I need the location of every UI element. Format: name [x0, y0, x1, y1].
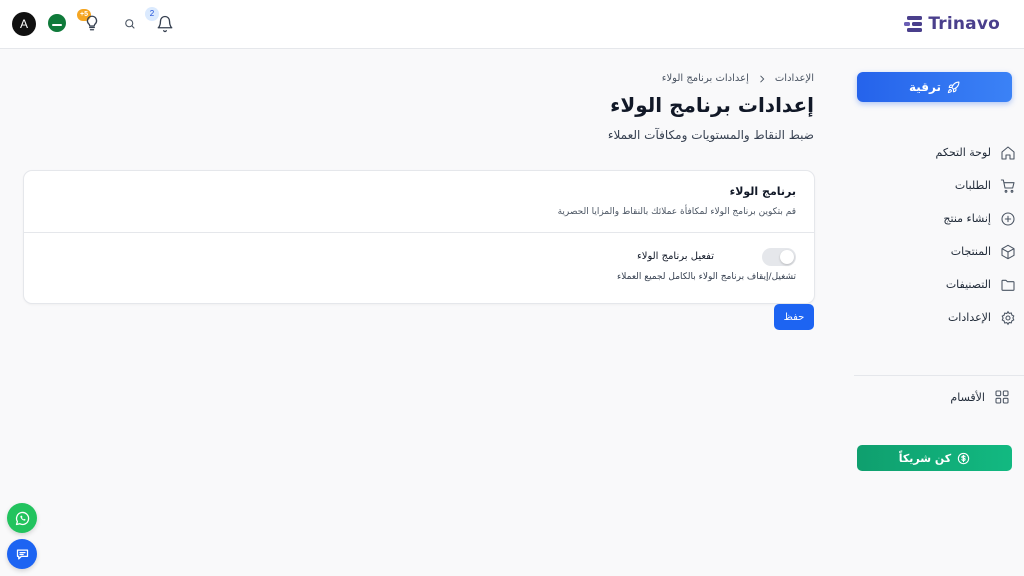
breadcrumb-current: إعدادات برنامج الولاء: [661, 73, 749, 84]
lightbulb-icon[interactable]: [83, 14, 101, 32]
loyalty-card: برنامج الولاء قم بتكوين برنامج الولاء لم…: [23, 170, 815, 304]
sidebar-item-label: التصنيفات: [945, 278, 991, 291]
logo-text: Trinavo: [928, 14, 1000, 34]
sidebar-item-label: الأقسام: [950, 390, 985, 404]
rocket-icon: [947, 81, 960, 93]
chevron-right-icon: [760, 75, 765, 82]
sidebar-item-label: الطلبات: [954, 179, 991, 192]
flag-stripe: [52, 24, 62, 26]
bell-icon[interactable]: [156, 15, 174, 33]
plus-circle-icon: [1001, 211, 1015, 226]
whatsapp-icon: [15, 511, 29, 525]
sidebar-item-orders[interactable]: الطلبات: [900, 169, 1016, 202]
card-divider: [24, 232, 814, 233]
folder-icon: [1001, 279, 1015, 291]
sidebar-item-label: المنتجات: [950, 245, 991, 258]
search-icon[interactable]: [124, 18, 136, 30]
trinavo-logo-icon: [904, 16, 923, 32]
card-title: برنامج الولاء: [729, 185, 796, 198]
sidebar-item-label: إنشاء منتج: [943, 212, 991, 225]
loyalty-toggle[interactable]: [762, 248, 796, 266]
sidebar-item-categories[interactable]: التصنيفات: [900, 268, 1016, 301]
top-bar: A +5 2 Trinavo: [0, 0, 1024, 49]
upgrade-button[interactable]: ترقية: [857, 72, 1012, 102]
sidebar-item-products[interactable]: المنتجات: [900, 235, 1016, 268]
cart-icon: [1000, 178, 1015, 193]
toggle-description: تشغيل/إيقاف برنامج الولاء بالكامل لجميع …: [617, 272, 796, 282]
page-title: إعدادات برنامج الولاء: [610, 93, 814, 117]
sidebar-nav: لوحة التحكم الطلبات إنشاء منتج المنتجات …: [900, 136, 1016, 334]
sidebar-item-settings[interactable]: الإعدادات: [900, 301, 1016, 334]
avatar-letter: A: [19, 17, 28, 31]
upgrade-label: ترقية: [908, 80, 941, 94]
sidebar-item-label: لوحة التحكم: [935, 146, 991, 159]
dollar-circle-icon: [958, 452, 970, 464]
sidebar-divider: [854, 375, 1024, 376]
avatar[interactable]: A: [12, 12, 36, 36]
box-icon: [1001, 244, 1015, 259]
sidebar-item-label: الإعدادات: [947, 311, 991, 324]
become-partner-button[interactable]: كن شريكاً: [857, 445, 1012, 471]
logo[interactable]: Trinavo: [904, 12, 1000, 36]
sidebar-item-create-product[interactable]: إنشاء منتج: [900, 202, 1016, 235]
sidebar-item-sections[interactable]: الأقسام: [900, 386, 1010, 408]
breadcrumb-link[interactable]: الإعدادات: [775, 73, 814, 84]
toggle-knob: [780, 250, 794, 264]
sidebar-item-dashboard[interactable]: لوحة التحكم: [900, 136, 1016, 169]
toggle-label: تفعيل برنامج الولاء: [637, 251, 714, 262]
save-button[interactable]: حفظ: [774, 304, 814, 330]
grid-icon: [995, 390, 1009, 404]
home-icon: [1001, 145, 1015, 160]
chat-icon: [16, 549, 28, 559]
saudi-flag-icon[interactable]: [48, 14, 66, 32]
page-subtitle: ضبط النقاط والمستويات ومكافآت العملاء: [607, 128, 814, 142]
chat-button[interactable]: [7, 539, 37, 569]
gear-icon: [1001, 310, 1015, 325]
breadcrumb: إعدادات برنامج الولاء الإعدادات: [662, 73, 814, 84]
card-description: قم بتكوين برنامج الولاء لمكافأة عملائك ب…: [557, 207, 796, 217]
partner-label: كن شريكاً: [898, 451, 952, 465]
whatsapp-button[interactable]: [7, 503, 37, 533]
